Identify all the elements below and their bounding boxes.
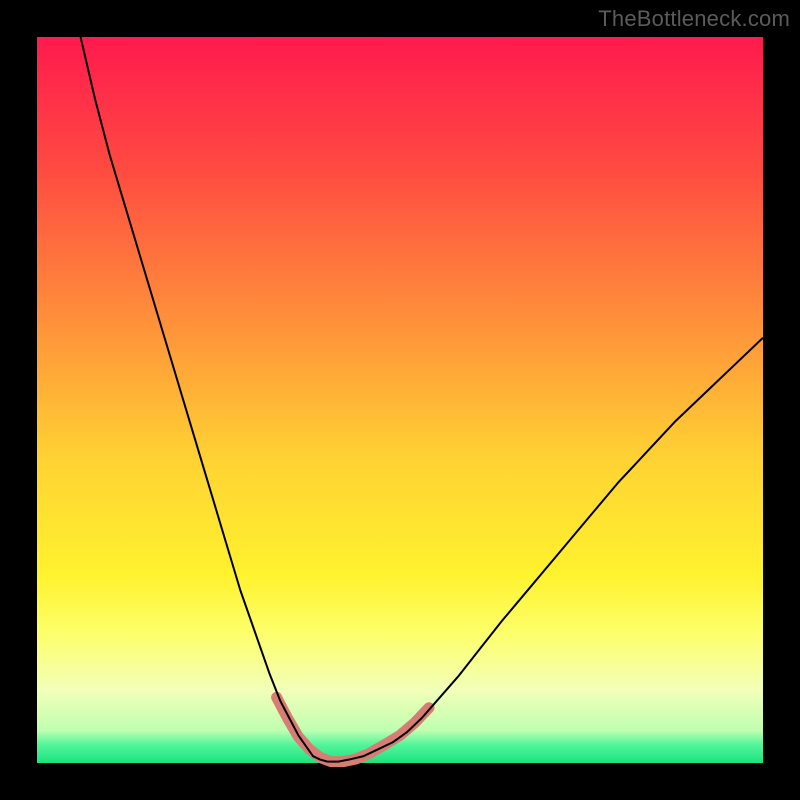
- watermark-text: TheBottleneck.com: [598, 6, 790, 32]
- chart-frame: TheBottleneck.com: [0, 0, 800, 800]
- bottleneck-chart: [0, 0, 800, 800]
- plot-background: [37, 37, 763, 763]
